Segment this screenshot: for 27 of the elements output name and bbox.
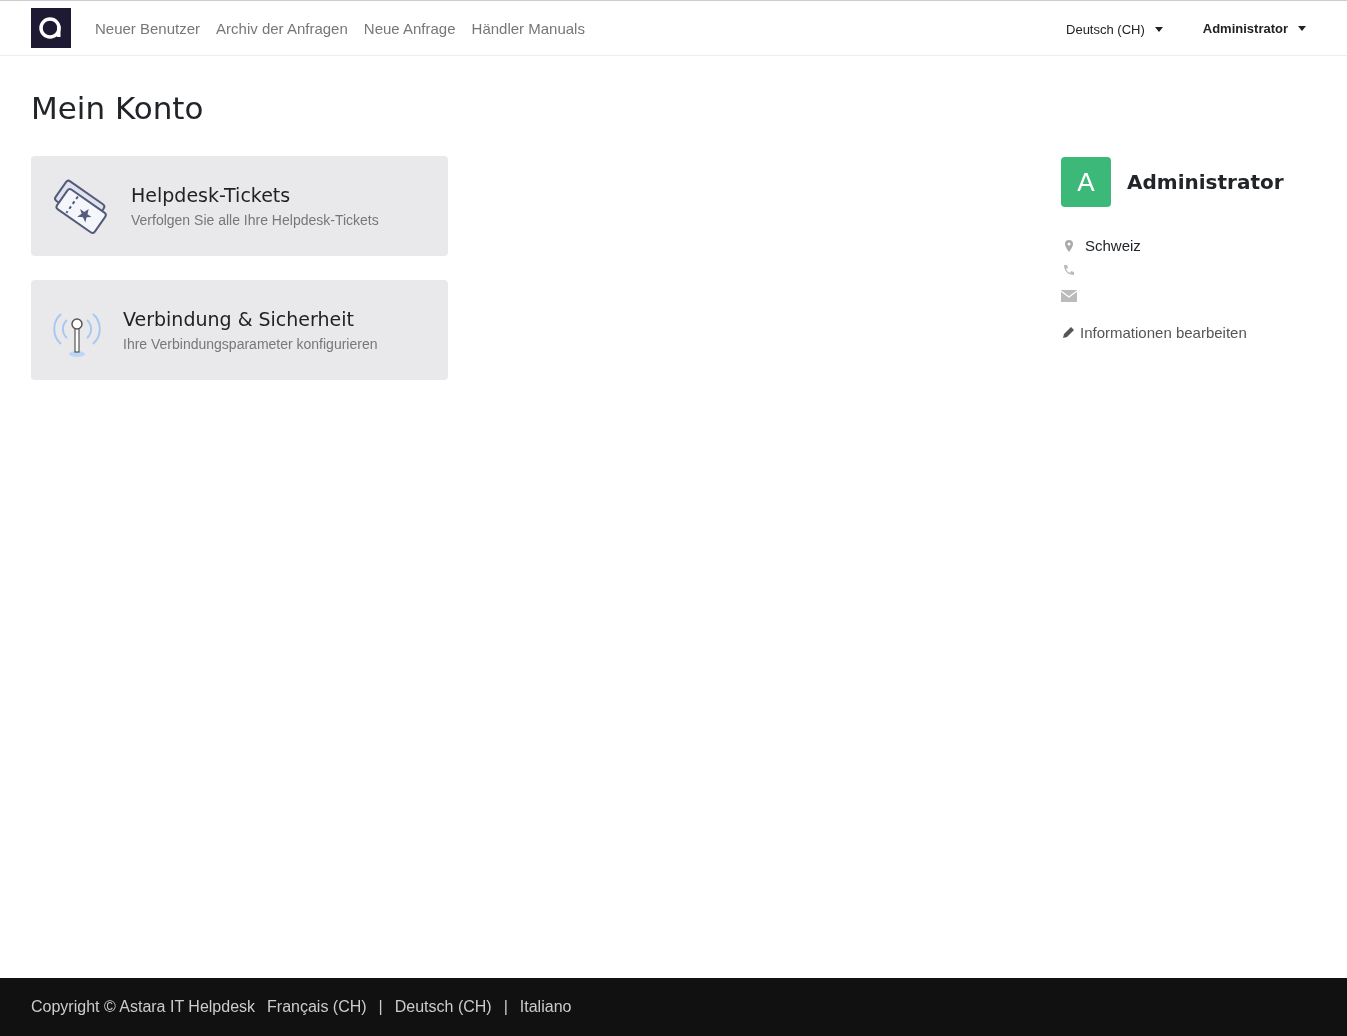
card-subtitle: Verfolgen Sie alle Ihre Helpdesk-Tickets	[131, 212, 379, 228]
account-card[interactable]: Verbindung & Sicherheit Ihre Verbindungsparameter konfigurieren	[31, 280, 448, 380]
language-link[interactable]: Deutsch (CH)	[394, 998, 492, 1016]
card-subtitle: Ihre Verbindungsparameter konfigurieren	[123, 336, 378, 352]
envelope-icon	[1061, 288, 1077, 303]
nav-link[interactable]: Händler Manuals	[471, 19, 585, 37]
page-title: Mein Konto	[31, 90, 205, 126]
nav-link[interactable]: Archiv der Anfragen	[216, 19, 348, 37]
card-title: Verbindung & Sicherheit	[123, 308, 355, 330]
separator: |	[503, 998, 508, 1016]
nav-link[interactable]: Neue Anfrage	[363, 19, 456, 37]
edit-info-link[interactable]: Informationen bearbeiten	[1061, 324, 1316, 341]
detail-text: Schweiz	[1085, 237, 1141, 254]
profile-name: Administrator	[1127, 170, 1284, 194]
language-dropdown[interactable]: Deutsch (CH)	[1066, 22, 1163, 37]
card-title: Helpdesk-Tickets	[131, 184, 292, 206]
copyright-text: Copyright © Astara IT Helpdesk	[31, 998, 256, 1016]
logo-icon[interactable]	[31, 8, 71, 48]
account-card[interactable]: Helpdesk-Tickets Verfolgen Sie alle Ihre Helpdesk-Tickets	[31, 156, 448, 256]
nav-link[interactable]: Neuer Benutzer	[95, 19, 201, 37]
language-link[interactable]: Français (CH)	[267, 998, 367, 1016]
user-dropdown[interactable]: Administrator	[1202, 20, 1306, 36]
phone-icon	[1061, 263, 1077, 278]
pencil-icon	[1061, 325, 1076, 340]
avatar: A	[1061, 157, 1111, 207]
separator: |	[378, 998, 383, 1016]
language-link[interactable]: Italiano	[519, 998, 572, 1016]
